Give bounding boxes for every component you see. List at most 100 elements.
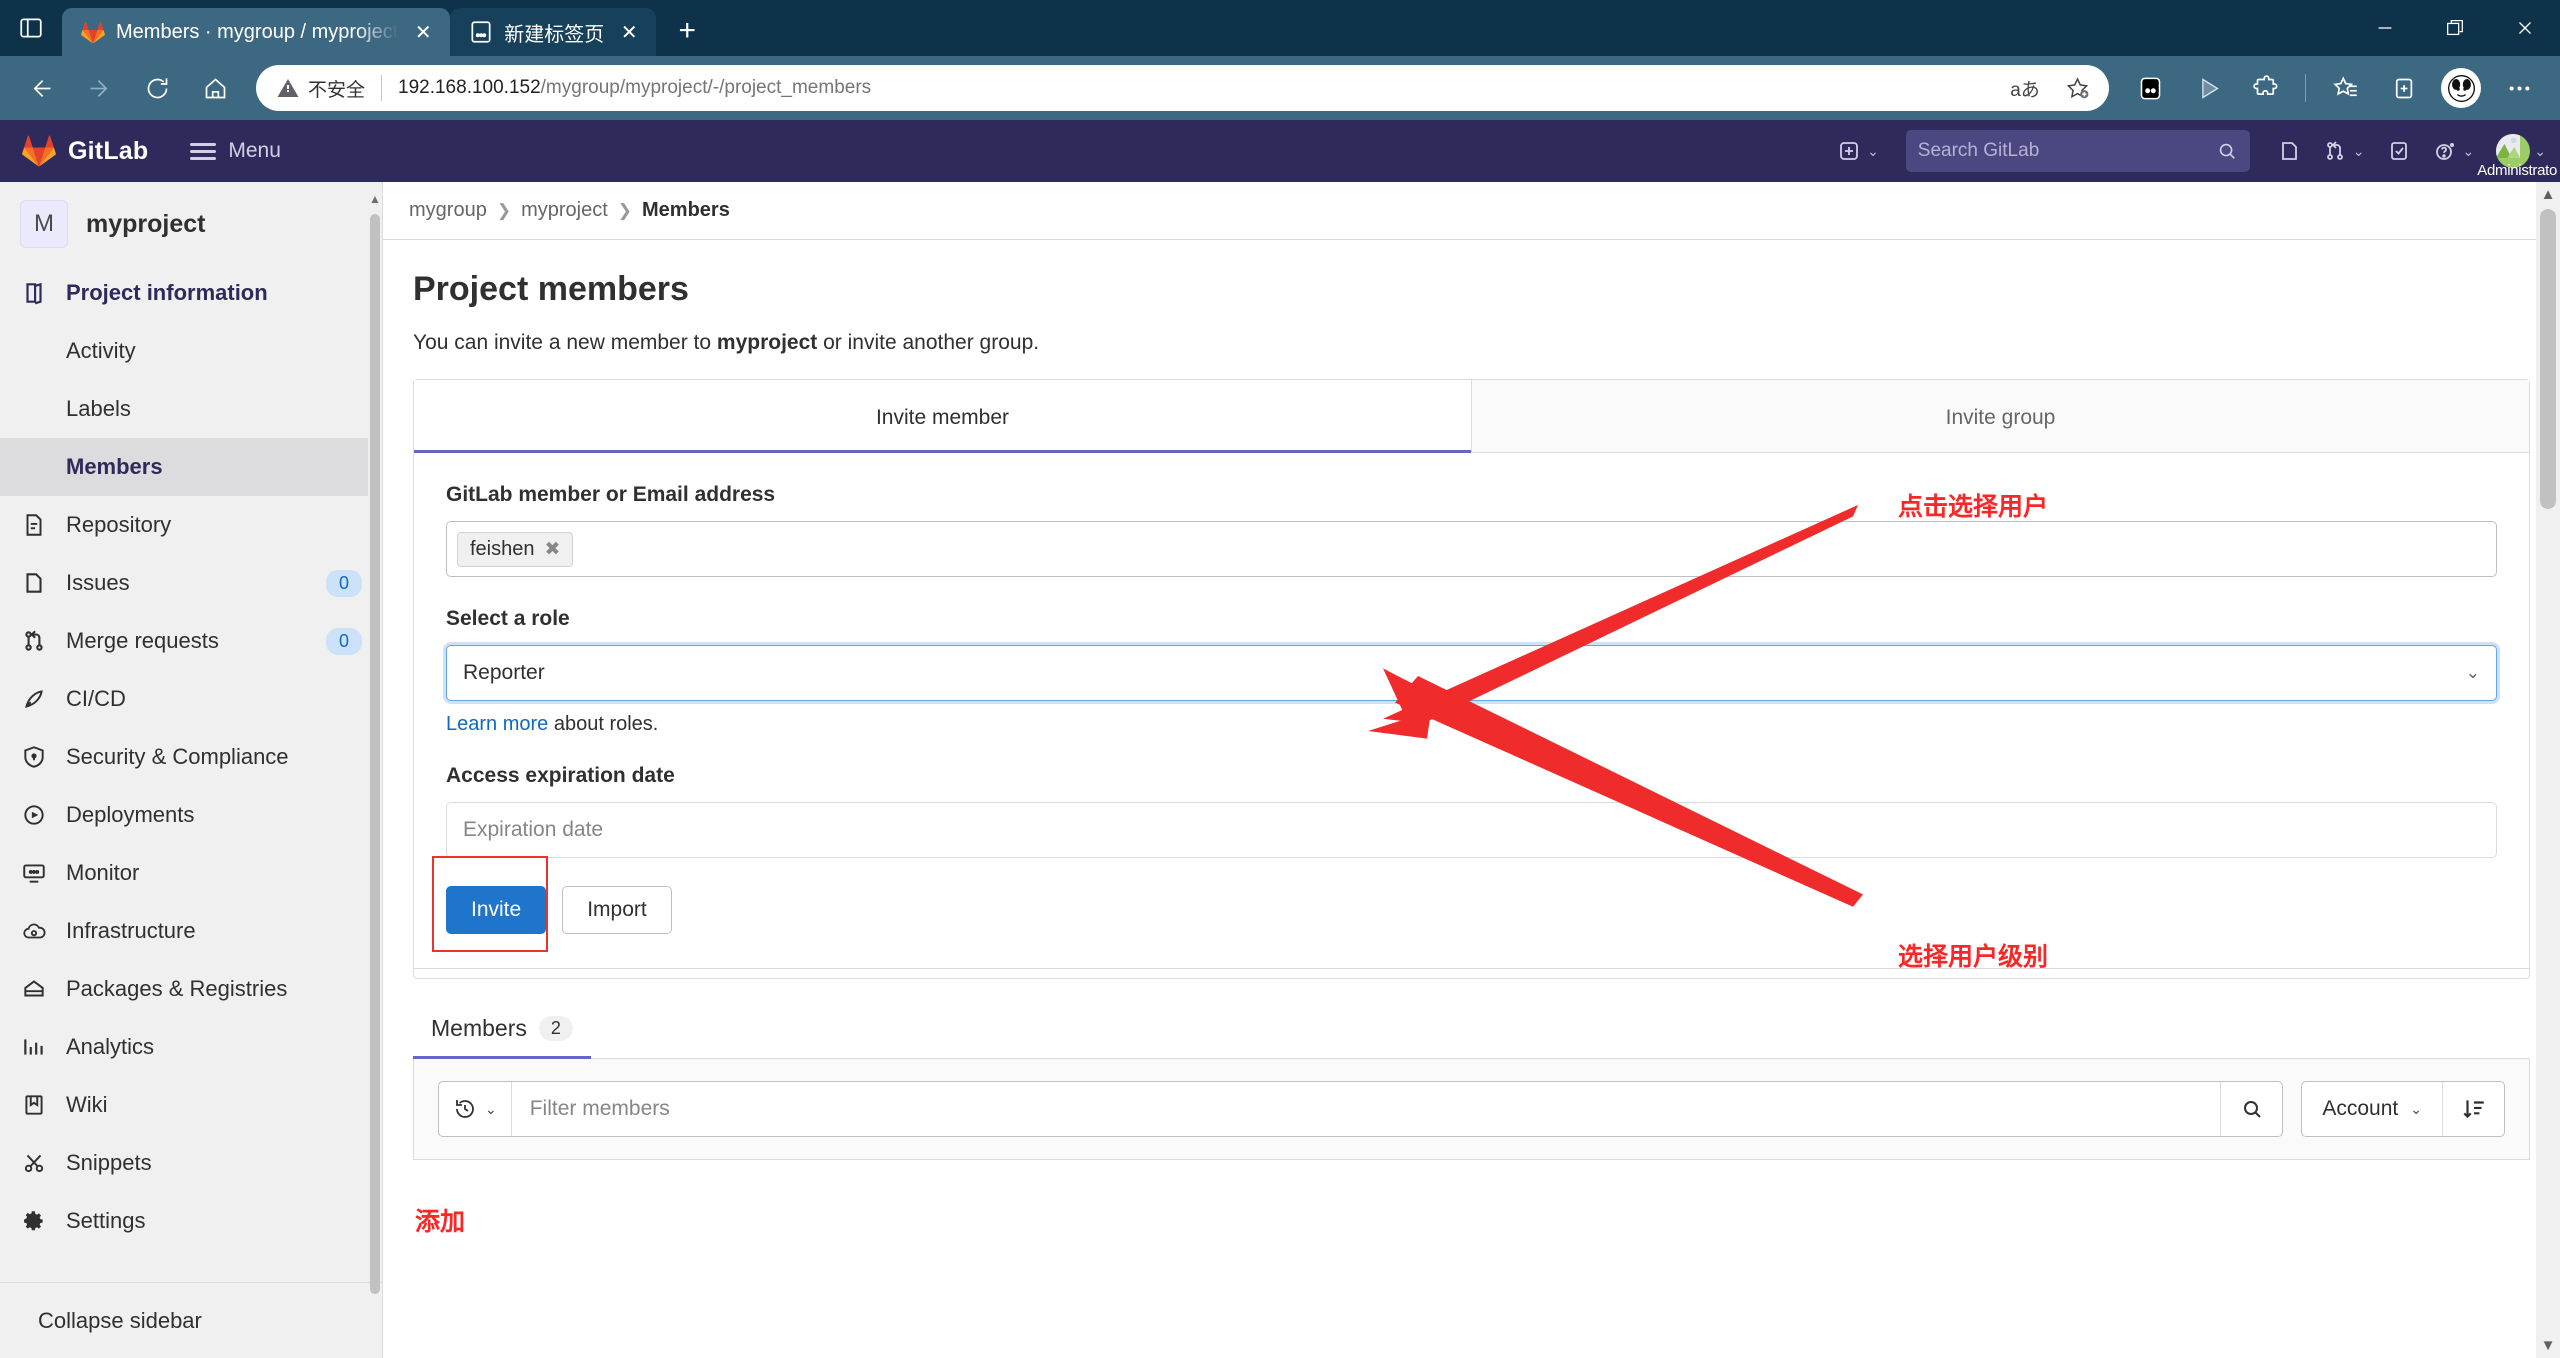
search-input[interactable] bbox=[1917, 140, 2216, 162]
sidebar-item-repository[interactable]: Repository bbox=[0, 496, 382, 554]
user-menu-button[interactable]: ⌄ Administrato bbox=[2477, 129, 2557, 179]
filter-search-button[interactable] bbox=[2220, 1082, 2282, 1136]
search-box[interactable] bbox=[1905, 130, 2250, 172]
sidebar-item-label: Repository bbox=[66, 512, 172, 537]
desc-post: or invite another group. bbox=[817, 331, 1040, 354]
filter-members-input[interactable] bbox=[511, 1082, 2221, 1136]
sidebar-item-label: Monitor bbox=[66, 860, 140, 885]
browser-settings-icon[interactable] bbox=[2492, 61, 2546, 115]
maximize-icon[interactable] bbox=[2420, 0, 2490, 56]
issues-button[interactable] bbox=[2268, 129, 2310, 173]
sidebar-item-issues[interactable]: Issues 0 bbox=[0, 554, 382, 612]
sort-direction-button[interactable] bbox=[2442, 1082, 2504, 1136]
role-select[interactable]: Reporter ⌄ bbox=[446, 645, 2497, 701]
url-host: 192.168.100.152 bbox=[398, 77, 541, 98]
main-menu-button[interactable]: Menu bbox=[190, 139, 281, 163]
sidebar-item-infrastructure[interactable]: Infrastructure bbox=[0, 902, 382, 960]
home-icon[interactable] bbox=[188, 61, 242, 115]
sidebar-item-labels[interactable]: Labels bbox=[0, 380, 382, 438]
remove-token-icon[interactable]: ✖ bbox=[545, 538, 561, 561]
create-new-button[interactable]: ⌄ bbox=[1828, 129, 1888, 173]
tab-actions-icon[interactable] bbox=[0, 0, 62, 56]
sidebar-project-header[interactable]: M myproject bbox=[0, 192, 382, 264]
gitlab-logo[interactable]: GitLab bbox=[22, 135, 148, 167]
invite-button[interactable]: Invite bbox=[446, 886, 547, 934]
tab-invite-member[interactable]: Invite member bbox=[414, 380, 1472, 453]
sidebar-item-label: Issues bbox=[66, 570, 130, 595]
minimize-icon[interactable] bbox=[2350, 0, 2420, 56]
page-scrollbar[interactable]: ▲ ▼ bbox=[2536, 182, 2560, 1358]
breadcrumb-item-current: Members bbox=[642, 199, 730, 221]
sidebar-item-security-compliance[interactable]: Security & Compliance bbox=[0, 728, 382, 786]
selected-member-token[interactable]: feishen ✖ bbox=[457, 531, 574, 567]
expiration-date-input[interactable]: Expiration date bbox=[446, 802, 2497, 858]
read-aloud-icon[interactable]: aあ bbox=[2001, 66, 2049, 110]
package-icon bbox=[20, 975, 48, 1003]
project-info-icon bbox=[20, 279, 48, 307]
merge-requests-button[interactable]: ⌄ bbox=[2314, 129, 2374, 173]
tab-members[interactable]: Members 2 bbox=[413, 1015, 591, 1059]
members-page-content: Project members You can invite a new mem… bbox=[383, 240, 2560, 1358]
sort-field-dropdown[interactable]: Account ⌄ bbox=[2302, 1082, 2442, 1136]
breadcrumb-item-project[interactable]: myproject bbox=[521, 199, 608, 222]
scrollbar-thumb[interactable] bbox=[370, 214, 380, 1294]
sidebar-item-snippets[interactable]: Snippets bbox=[0, 1134, 382, 1192]
sidebar-item-settings[interactable]: Settings bbox=[0, 1192, 382, 1250]
add-collection-icon[interactable] bbox=[2376, 61, 2430, 115]
browser-tab-newtab[interactable]: 新建标签页 ✕ bbox=[450, 8, 657, 56]
member-select-input[interactable]: feishen ✖ bbox=[446, 521, 2497, 577]
tab-invite-group[interactable]: Invite group bbox=[1472, 380, 2529, 452]
close-icon[interactable] bbox=[2490, 0, 2560, 56]
todos-button[interactable] bbox=[2378, 129, 2420, 173]
scroll-up-icon[interactable]: ▲ bbox=[2541, 182, 2556, 207]
close-icon[interactable]: ✕ bbox=[614, 17, 644, 47]
learn-more-link[interactable]: Learn more bbox=[446, 713, 548, 735]
scrollbar-thumb[interactable] bbox=[2540, 209, 2556, 509]
sidebar-item-packages-registries[interactable]: Packages & Registries bbox=[0, 960, 382, 1018]
sidebar-item-members[interactable]: Members bbox=[0, 438, 382, 496]
sidebar-item-activity[interactable]: Activity bbox=[0, 322, 382, 380]
invite-card: Invite member Invite group GitLab member… bbox=[413, 379, 2530, 979]
collapse-sidebar-label: Collapse sidebar bbox=[38, 1307, 202, 1333]
gitlab-page: GitLab Menu ⌄ Search GitLab ⌄ ⌄ ⌄ Admini… bbox=[0, 120, 2560, 1358]
sidebar-scroll-area: M myproject Project information Activity… bbox=[0, 182, 382, 1282]
close-icon[interactable]: ✕ bbox=[408, 17, 438, 47]
media-play-icon[interactable] bbox=[2181, 61, 2235, 115]
sidebar-scrollbar[interactable]: ▲ bbox=[368, 192, 382, 1294]
back-icon[interactable] bbox=[14, 61, 68, 115]
forward-icon[interactable] bbox=[72, 61, 126, 115]
chevron-right-icon: ❯ bbox=[496, 200, 512, 220]
menu-label: Menu bbox=[228, 139, 281, 162]
favorites-icon[interactable] bbox=[2318, 61, 2372, 115]
sidebar-item-label: Merge requests bbox=[66, 628, 219, 653]
profile-avatar[interactable] bbox=[2434, 61, 2488, 115]
sidebar-item-merge-requests[interactable]: Merge requests 0 bbox=[0, 612, 382, 670]
member-field-label: GitLab member or Email address bbox=[446, 483, 776, 506]
scroll-up-icon[interactable]: ▲ bbox=[369, 192, 381, 206]
collapse-sidebar-button[interactable]: Collapse sidebar bbox=[0, 1282, 382, 1358]
sidebar-item-deployments[interactable]: Deployments bbox=[0, 786, 382, 844]
address-bar[interactable]: 不安全 192.168.100.152/mygroup/myproject/-/… bbox=[256, 65, 2109, 111]
sidebar-item-wiki[interactable]: Wiki bbox=[0, 1076, 382, 1134]
reload-icon[interactable] bbox=[130, 61, 184, 115]
import-button[interactable]: Import bbox=[562, 886, 672, 934]
sidebar-item-monitor[interactable]: Monitor bbox=[0, 844, 382, 902]
help-button[interactable]: ⌄ bbox=[2424, 129, 2484, 173]
sidebar-item-ci-cd[interactable]: CI/CD bbox=[0, 670, 382, 728]
divider bbox=[381, 75, 383, 101]
members-tab-label: Members bbox=[431, 1015, 527, 1041]
search-icon bbox=[2219, 143, 2235, 159]
sidebar-item-project-information[interactable]: Project information bbox=[0, 264, 382, 322]
browser-tab-active[interactable]: Members · mygroup / myproject ✕ bbox=[62, 8, 451, 56]
sidebar-item-label: CI/CD bbox=[66, 686, 126, 711]
extensions-icon[interactable] bbox=[2239, 61, 2293, 115]
breadcrumb-item-group[interactable]: mygroup bbox=[409, 199, 487, 222]
add-favorite-icon[interactable] bbox=[2053, 66, 2101, 110]
scroll-down-icon[interactable]: ▼ bbox=[2541, 1333, 2556, 1358]
collections-app-icon[interactable] bbox=[2123, 61, 2177, 115]
breadcrumb: mygroup ❯ myproject ❯ Members bbox=[383, 182, 2560, 240]
new-tab-button[interactable]: + bbox=[664, 8, 710, 54]
sidebar-item-analytics[interactable]: Analytics bbox=[0, 1018, 382, 1076]
recent-searches-button[interactable]: ⌄ bbox=[439, 1082, 512, 1136]
url-path: /mygroup/myproject/-/project_members bbox=[540, 77, 872, 98]
